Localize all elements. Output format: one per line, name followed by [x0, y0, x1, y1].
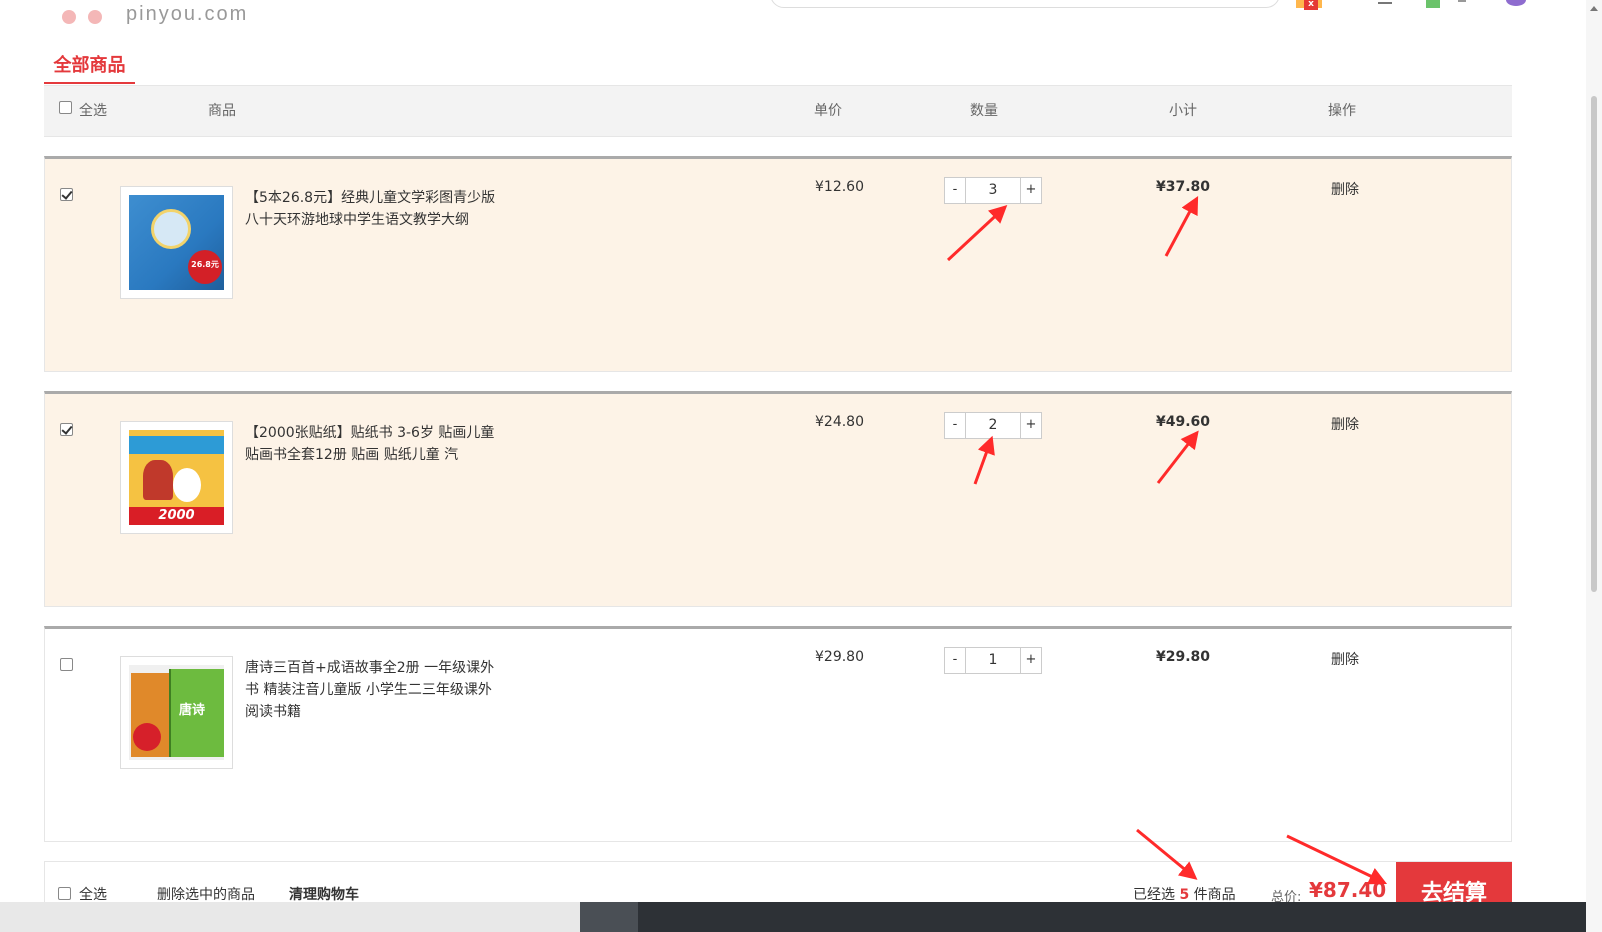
column-action: 操作: [1328, 103, 1356, 119]
selected-count: 5: [1179, 887, 1190, 903]
scrollbar-thumb[interactable]: [1591, 96, 1597, 592]
search-input[interactable]: [770, 0, 1280, 8]
column-product: 商品: [208, 103, 236, 119]
cart-item-row: 2000 【2000张贴纸】贴纸书 3-6岁 贴画儿童 贴画书全套12册 贴画 …: [44, 391, 1512, 607]
column-quantity: 数量: [970, 103, 998, 119]
logo-icon[interactable]: [62, 10, 106, 24]
item-checkbox[interactable]: [60, 188, 73, 201]
taskbar: [0, 902, 1586, 932]
cart-item-row: 唐诗 唐诗三百首+成语故事全2册 一年级课外书 精装注音儿童版 小学生二三年级课…: [44, 626, 1512, 842]
extension-green-icon[interactable]: [1426, 0, 1440, 8]
toolbar-icon[interactable]: [1378, 0, 1392, 4]
unit-price: ¥24.80: [815, 414, 864, 430]
product-image[interactable]: 26.8元: [120, 186, 233, 299]
tab-all-products[interactable]: 全部商品: [44, 50, 135, 84]
quantity-stepper: - 1 +: [944, 647, 1042, 674]
quantity-increase-button[interactable]: +: [1020, 648, 1041, 673]
book-cover-image: 唐诗: [129, 665, 224, 760]
cart-item-row: 26.8元 【5本26.8元】经典儿童文学彩图青少版八十天环游地球中学生语文教学…: [44, 156, 1512, 372]
extension-icon[interactable]: x: [1296, 0, 1322, 10]
item-subtotal: ¥29.80: [1156, 649, 1211, 665]
delete-item-link[interactable]: 删除: [1331, 414, 1359, 434]
item-subtotal: ¥37.80: [1156, 179, 1211, 195]
delete-selected-link[interactable]: 删除选中的商品: [157, 884, 255, 904]
product-title-link[interactable]: 唐诗三百首+成语故事全2册 一年级课外书 精装注音儿童版 小学生二三年级课外阅读…: [245, 657, 503, 723]
select-all-label: 全选: [79, 103, 107, 119]
item-subtotal: ¥49.60: [1156, 414, 1211, 430]
footer-select-all-checkbox[interactable]: [58, 887, 71, 900]
page-scrollbar[interactable]: [1586, 0, 1602, 932]
quantity-stepper: - 3 +: [944, 177, 1042, 204]
delete-item-link[interactable]: 删除: [1331, 649, 1359, 669]
quantity-input[interactable]: 2: [966, 413, 1020, 438]
total-price: ¥87.40: [1309, 878, 1387, 902]
cart-table-header: 全选 商品 单价 数量 小计 操作: [44, 85, 1512, 137]
quantity-decrease-button[interactable]: -: [945, 178, 966, 203]
quantity-decrease-button[interactable]: -: [945, 413, 966, 438]
clear-cart-link[interactable]: 清理购物车: [289, 884, 359, 904]
quantity-increase-button[interactable]: +: [1020, 178, 1041, 203]
column-subtotal: 小计: [1169, 103, 1197, 119]
scroll-up-arrow-icon[interactable]: [1590, 6, 1598, 11]
quantity-stepper: - 2 +: [944, 412, 1042, 439]
delete-item-link[interactable]: 删除: [1331, 179, 1359, 199]
column-unit-price: 单价: [814, 103, 842, 119]
quantity-increase-button[interactable]: +: [1020, 413, 1041, 438]
quantity-input[interactable]: 1: [966, 648, 1020, 673]
selected-count-text: 已经选 5 件商品: [1133, 887, 1236, 903]
book-cover-image: 2000: [129, 430, 224, 525]
product-image[interactable]: 唐诗: [120, 656, 233, 769]
menu-icon[interactable]: [1458, 0, 1466, 2]
site-header: pinyou.com x: [0, 0, 1602, 30]
logo-text[interactable]: pinyou.com: [126, 2, 248, 26]
taskbar-item[interactable]: [580, 902, 638, 932]
book-cover-image: 26.8元: [129, 195, 224, 290]
unit-price: ¥29.80: [815, 649, 864, 665]
item-checkbox[interactable]: [60, 658, 73, 671]
select-all-checkbox[interactable]: [59, 101, 72, 114]
footer-select-all-label[interactable]: 全选: [79, 884, 107, 904]
product-title-link[interactable]: 【5本26.8元】经典儿童文学彩图青少版八十天环游地球中学生语文教学大纲: [245, 187, 503, 231]
item-checkbox[interactable]: [60, 423, 73, 436]
product-image[interactable]: 2000: [120, 421, 233, 534]
unit-price: ¥12.60: [815, 179, 864, 195]
quantity-input[interactable]: 3: [966, 178, 1020, 203]
product-title-link[interactable]: 【2000张贴纸】贴纸书 3-6岁 贴画儿童 贴画书全套12册 贴画 贴纸儿童 …: [245, 422, 503, 466]
quantity-decrease-button[interactable]: -: [945, 648, 966, 673]
profile-avatar-icon[interactable]: [1506, 0, 1526, 6]
